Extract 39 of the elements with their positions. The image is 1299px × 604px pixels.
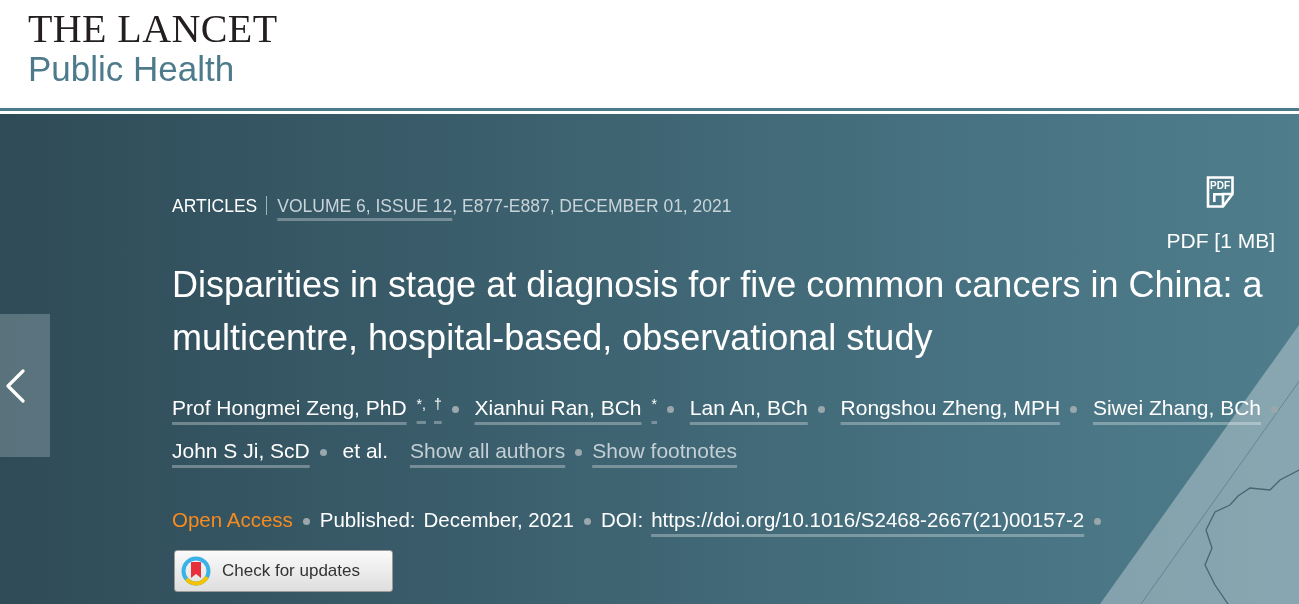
- separator-dot-icon: [1094, 518, 1102, 526]
- separator-dot-icon: [1070, 405, 1078, 413]
- footnote-link[interactable]: *,: [416, 396, 426, 412]
- show-all-authors-link[interactable]: Show all authors: [409, 439, 566, 462]
- footnote-link[interactable]: *: [651, 396, 657, 412]
- et-al-text: et al.: [342, 439, 389, 462]
- separator-dot-icon: [575, 448, 583, 456]
- separator-dot-icon: [667, 405, 674, 413]
- published-date: December, 2021: [423, 508, 574, 531]
- chevron-left-icon: [5, 368, 26, 403]
- journal-logo-subtitle[interactable]: Public Health: [28, 49, 235, 89]
- author-link[interactable]: Lan An, BCh: [689, 396, 808, 419]
- article-type: ARTICLES: [172, 196, 258, 216]
- bookmark-ring-icon: [181, 556, 211, 586]
- separator-dot-icon: [817, 405, 825, 413]
- article-title: Disparities in stage at diagnosis for five common cancers in China: a multicentre, hospital-based, observational study: [172, 263, 1264, 360]
- pdf-file-icon: PDF: [1206, 176, 1236, 208]
- journal-logo-title[interactable]: THE LANCET: [28, 9, 278, 49]
- show-footnotes-link[interactable]: Show footnotes: [592, 439, 737, 462]
- separator-dot-icon: [319, 448, 327, 456]
- doi-label: DOI:: [600, 508, 644, 531]
- previous-button[interactable]: [0, 314, 50, 457]
- author-link[interactable]: John S Ji, ScD: [172, 439, 310, 462]
- separator-dot-icon: [302, 518, 310, 526]
- issue-link[interactable]: VOLUME 6, ISSUE 12: [277, 196, 453, 216]
- article-pages-date: , E877-E887, DECEMBER 01, 2021: [452, 196, 732, 216]
- doi-link[interactable]: https://doi.org/10.1016/S2468-2667(21)00157-2: [651, 508, 1085, 531]
- separator-dot-icon: [451, 405, 459, 413]
- published-label: Published:: [319, 508, 416, 531]
- footnote-link[interactable]: †: [433, 396, 442, 412]
- author-link[interactable]: Prof Hongmei Zeng, PhD: [172, 396, 407, 419]
- author-link[interactable]: Rongshou Zheng, MPH: [840, 396, 1061, 419]
- check-for-updates-button[interactable]: Check for updates: [174, 550, 393, 592]
- open-access-label: Open Access: [172, 508, 293, 531]
- author-link[interactable]: Siwei Zhang, BCh: [1092, 396, 1261, 419]
- pdf-download-link[interactable]: PDF PDF [1 MB]: [1166, 176, 1275, 253]
- separator-dot-icon: [583, 518, 591, 526]
- author-link[interactable]: Xianhui Ran, BCh: [474, 396, 642, 419]
- separator-dot-icon: [1271, 405, 1278, 413]
